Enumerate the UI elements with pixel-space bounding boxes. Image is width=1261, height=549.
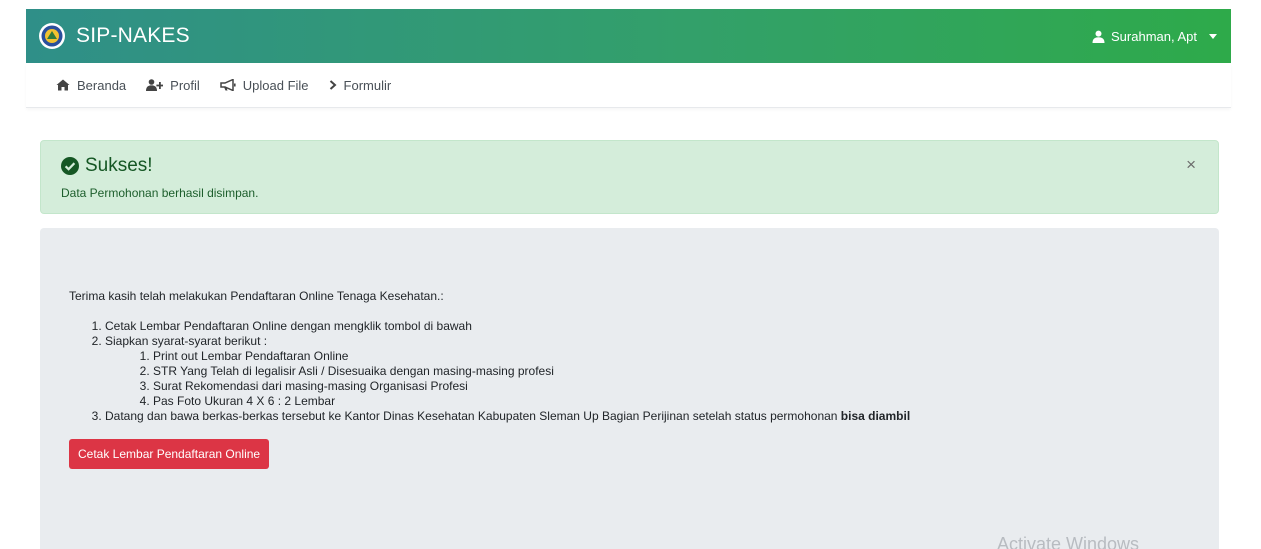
- alert-title: Sukses!: [85, 155, 153, 176]
- nav-item-upload-file[interactable]: Upload File: [220, 78, 309, 93]
- user-menu[interactable]: Surahman, Apt: [1092, 29, 1217, 44]
- top-navbar: SIP-NAKES Surahman, Apt: [26, 9, 1231, 63]
- brand-name: SIP-NAKES: [76, 24, 190, 47]
- main-nav: Beranda Profil Upload File Formulir: [26, 63, 1231, 108]
- requirement-item: STR Yang Telah di legalisir Asli / Dises…: [153, 364, 1190, 379]
- requirements-list: Print out Lembar Pendaftaran Online STR …: [153, 349, 1190, 409]
- home-icon: [56, 79, 70, 91]
- requirement-item: Print out Lembar Pendaftaran Online: [153, 349, 1190, 364]
- nav-item-profil[interactable]: Profil: [146, 78, 200, 93]
- activate-windows-watermark: Activate Windows: [996, 534, 1139, 549]
- nav-label-formulir: Formulir: [343, 77, 392, 93]
- check-circle-icon: [61, 157, 79, 175]
- instructions-panel: Terima kasih telah melakukan Pendaftaran…: [40, 228, 1219, 549]
- steps-list: Cetak Lembar Pendaftaran Online dengan m…: [105, 319, 1190, 424]
- status-emphasis: bisa diambil: [840, 409, 911, 423]
- user-name: Surahman, Apt: [1111, 28, 1197, 44]
- close-icon[interactable]: ×: [1186, 156, 1196, 173]
- nav-item-beranda[interactable]: Beranda: [56, 78, 126, 93]
- nav-label-profil: Profil: [170, 77, 200, 93]
- intro-text: Terima kasih telah melakukan Pendaftaran…: [69, 289, 444, 303]
- user-icon: [1092, 30, 1105, 43]
- step-item: Siapkan syarat-syarat berikut : Print ou…: [105, 334, 1190, 409]
- caret-down-icon: [1209, 33, 1217, 39]
- user-plus-icon: [146, 79, 164, 91]
- step-text: Siapkan syarat-syarat berikut :: [105, 334, 268, 348]
- logo-icon: [39, 23, 65, 49]
- requirement-item: Pas Foto Ukuran 4 X 6 : 2 Lembar: [153, 394, 1190, 409]
- brand[interactable]: SIP-NAKES: [38, 22, 190, 50]
- requirement-item: Surat Rekomendasi dari masing-masing Org…: [153, 379, 1190, 394]
- print-registration-button[interactable]: Cetak Lembar Pendaftaran Online: [69, 439, 270, 469]
- nav-item-formulir[interactable]: Formulir: [329, 77, 392, 93]
- step-item: Datang dan bawa berkas-berkas tersebut k…: [105, 409, 1190, 424]
- nav-label-upload-file: Upload File: [242, 77, 309, 93]
- step-text: Datang dan bawa berkas-berkas tersebut k…: [105, 409, 841, 423]
- alert-title-row: Sukses!: [61, 155, 1198, 177]
- chevron-right-icon: [329, 80, 337, 90]
- nav-label-beranda: Beranda: [77, 77, 127, 93]
- step-item: Cetak Lembar Pendaftaran Online dengan m…: [105, 319, 1190, 334]
- alert-message: Data Permohonan berhasil disimpan.: [61, 186, 259, 200]
- success-alert: Sukses! Data Permohonan berhasil disimpa…: [40, 140, 1219, 214]
- bullhorn-icon: [220, 79, 236, 91]
